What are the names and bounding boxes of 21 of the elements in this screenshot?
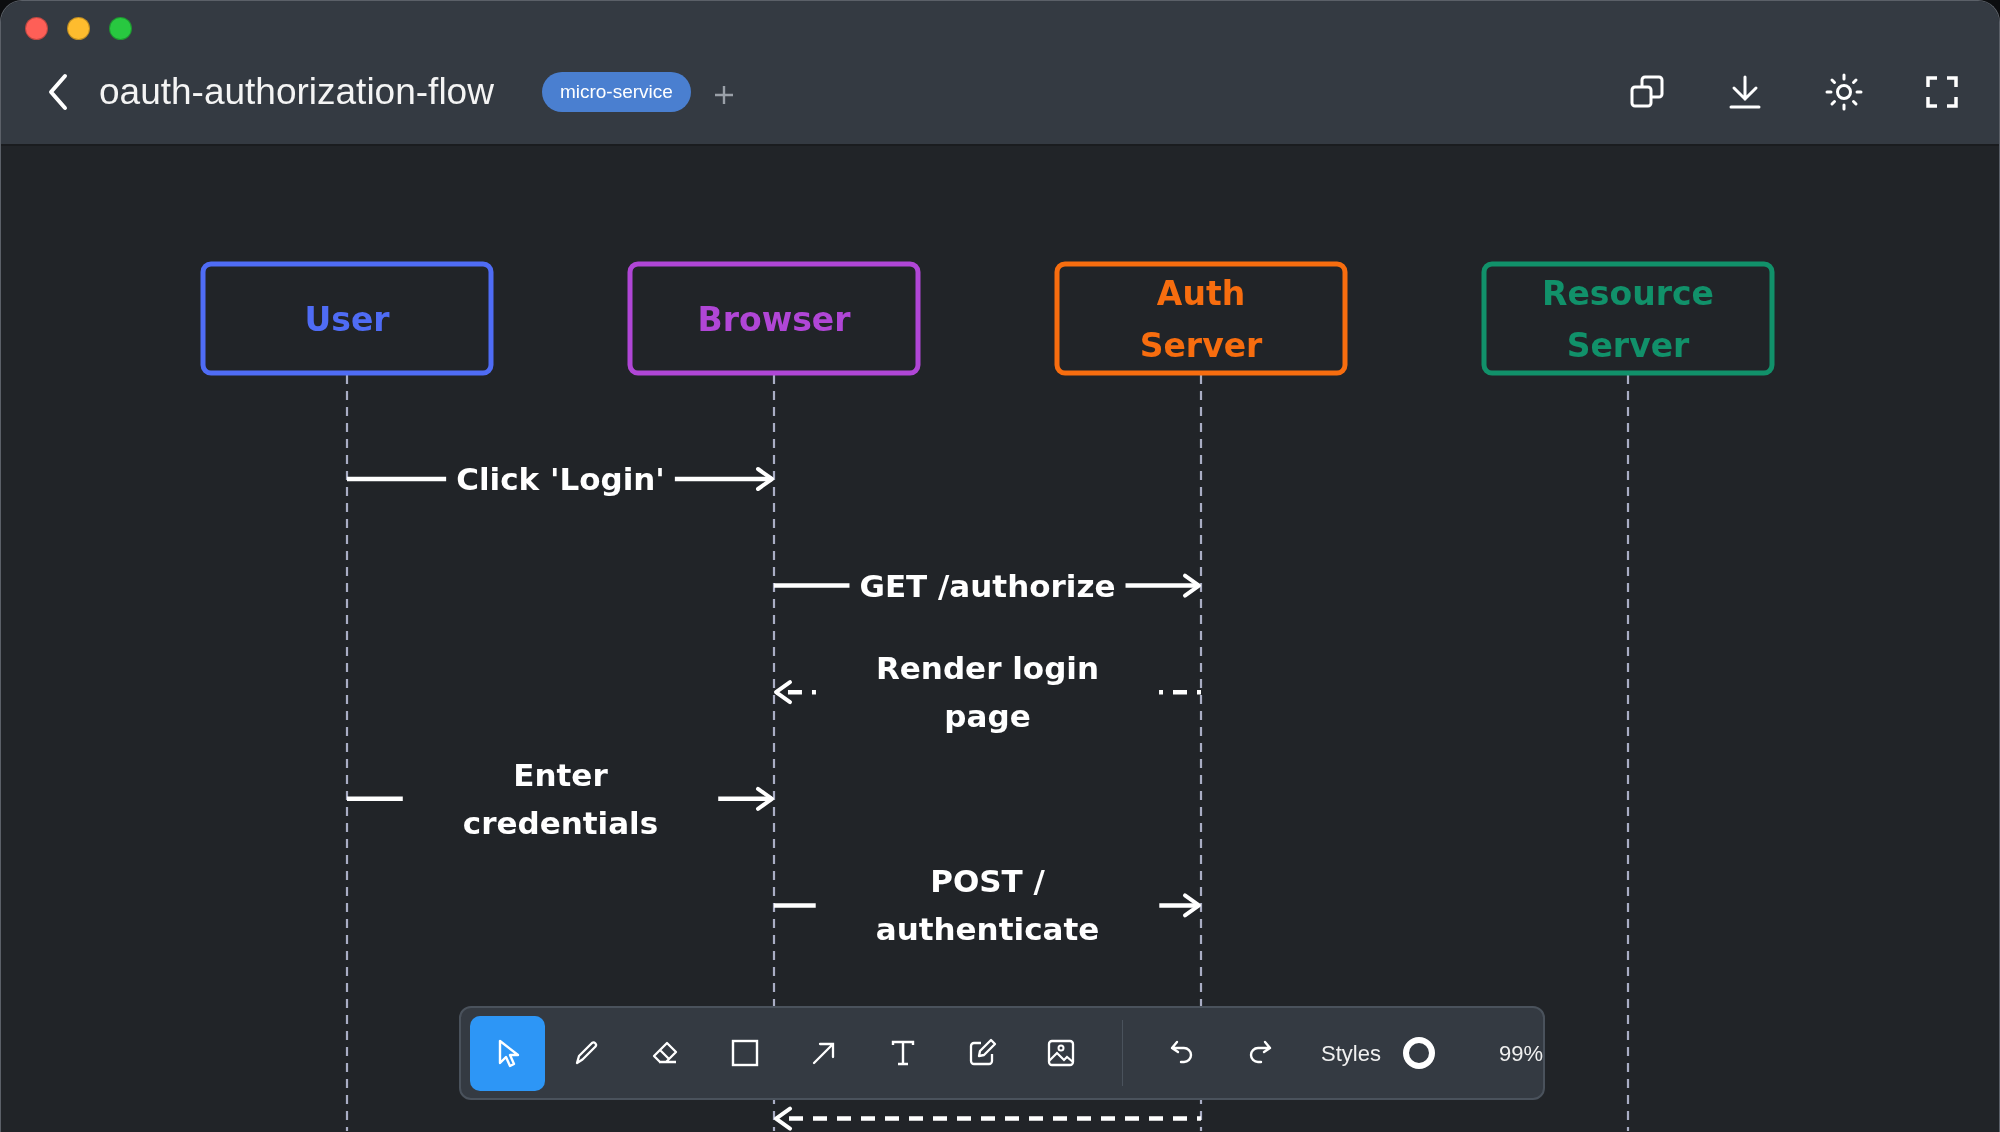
message-label: Enter credentials [462, 756, 659, 841]
document-title: oauth-authorization-flow [99, 70, 494, 115]
participant-name: Browser [697, 299, 851, 339]
styles-label[interactable]: Styles [1321, 1036, 1381, 1070]
close-window-button[interactable] [25, 17, 48, 40]
participant-name: Auth Server [1139, 273, 1263, 365]
message-label: Render login page [875, 650, 1100, 735]
minimize-window-button[interactable] [67, 17, 90, 40]
message-label: Click 'Login' [456, 461, 665, 497]
message-line [347, 796, 403, 802]
plus-icon [712, 83, 735, 106]
message-line [774, 903, 816, 908]
message-label: GET /authorize [859, 567, 1116, 604]
message-line [1159, 689, 1201, 695]
participant-name: User [304, 299, 390, 339]
tag[interactable]: micro-service [541, 71, 691, 113]
zoom-level[interactable]: 99% [1498, 1036, 1543, 1070]
pointer-tool[interactable] [470, 1015, 545, 1091]
participant-name: Resource Server [1542, 273, 1714, 365]
zoom-window-button[interactable] [109, 17, 132, 40]
message-label: POST / authenticate [875, 863, 1100, 948]
